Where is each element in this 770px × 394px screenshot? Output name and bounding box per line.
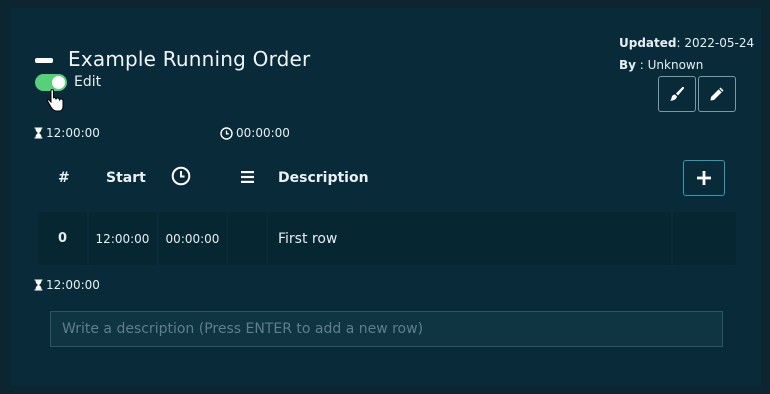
toggle-knob <box>52 76 65 89</box>
total-duration-bottom: 12:00:00 <box>34 278 100 292</box>
column-header-start: Start <box>106 170 146 186</box>
total-duration-bottom-value: 12:00:00 <box>46 278 100 292</box>
plus-icon <box>697 171 711 185</box>
total-duration-value: 12:00:00 <box>46 126 100 140</box>
author-info: By : Unknown <box>619 58 703 72</box>
updated-label: Updated <box>619 36 677 50</box>
minus-icon[interactable] <box>35 58 53 63</box>
row-start-cell: 12:00:00 <box>89 212 156 265</box>
elapsed-time-value: 00:00:00 <box>236 126 290 140</box>
by-value: : Unknown <box>635 58 704 72</box>
cursor-hand-icon <box>46 89 64 112</box>
page-title: Example Running Order <box>68 47 311 71</box>
column-header-description: Description <box>278 170 369 186</box>
row-actions-cell[interactable] <box>673 212 736 265</box>
edit-button[interactable] <box>698 76 736 112</box>
hourglass-icon <box>34 127 43 139</box>
updated-value: : 2022-05-24 <box>676 36 755 50</box>
pencil-icon <box>710 87 724 101</box>
row-number-cell: 0 <box>38 212 87 265</box>
updated-info: Updated: 2022-05-24 <box>619 36 754 50</box>
edit-label: Edit <box>74 74 102 90</box>
brush-icon <box>670 86 685 101</box>
row-duration-cell: 00:00:00 <box>159 212 226 265</box>
style-button[interactable] <box>658 76 696 112</box>
row-description-cell[interactable]: First row <box>268 212 671 265</box>
hourglass-icon <box>34 279 43 291</box>
by-label: By <box>619 58 636 72</box>
elapsed-time-top: 00:00:00 <box>220 126 290 140</box>
list-icon <box>241 171 254 183</box>
column-header-number: # <box>58 170 70 186</box>
row-drag-cell[interactable] <box>228 212 266 265</box>
new-row-description-input[interactable] <box>50 311 723 347</box>
add-row-button[interactable] <box>683 160 725 196</box>
clock-icon <box>220 126 233 140</box>
running-order-panel: Example Running Order Edit Updated: 2022… <box>10 8 761 386</box>
clock-icon <box>171 166 191 186</box>
total-duration-top: 12:00:00 <box>34 126 100 140</box>
